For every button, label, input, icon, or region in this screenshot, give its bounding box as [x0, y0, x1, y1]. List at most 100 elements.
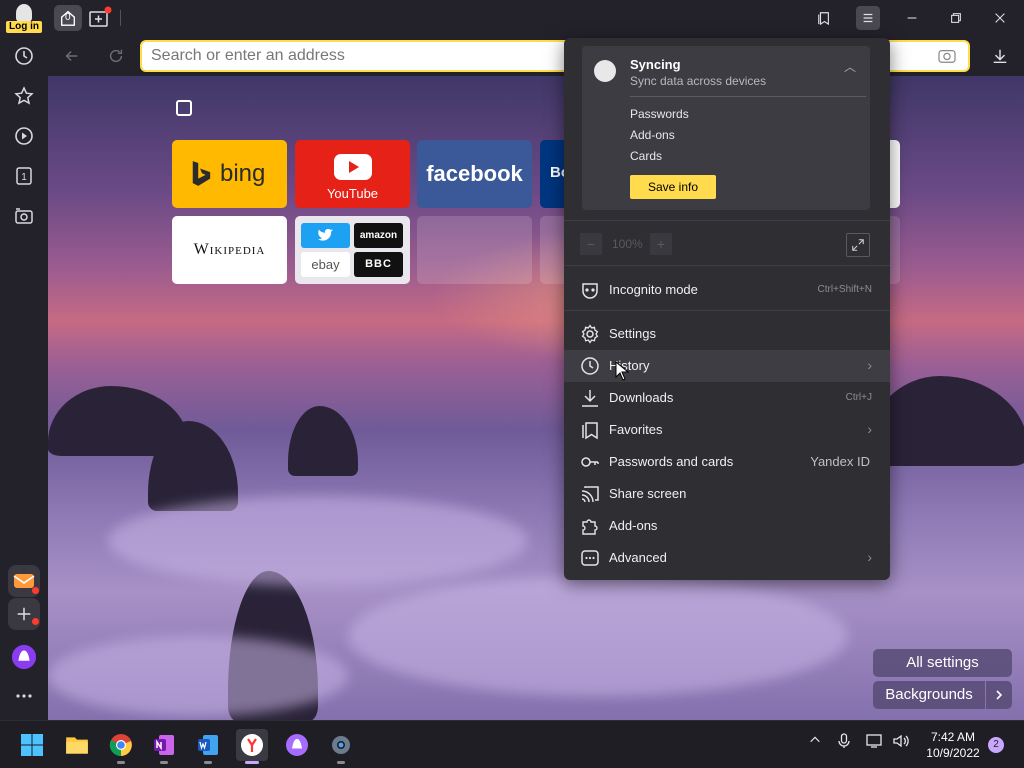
chrome-button[interactable] [105, 729, 137, 764]
back-button[interactable] [60, 44, 84, 68]
folder-icon [66, 737, 88, 754]
backgrounds-button[interactable]: Backgrounds [873, 681, 985, 709]
puzzle-icon [580, 516, 600, 536]
home-tab[interactable]: 0 [54, 5, 82, 31]
fullscreen-button[interactable] [846, 233, 870, 257]
camera-search-icon[interactable] [938, 48, 956, 64]
left-sidebar: Log in 1 [0, 0, 48, 720]
cloud [348, 576, 848, 696]
onenote-button[interactable] [148, 729, 180, 764]
screenshot-sidebar-button[interactable] [10, 202, 38, 230]
menu-item-favorites[interactable]: Favorites › [564, 414, 890, 446]
title-bar: 0 [48, 0, 1024, 36]
settings-app-button[interactable] [325, 729, 357, 764]
svg-text:1: 1 [21, 172, 27, 183]
sync-subtitle: Sync data across devices [630, 74, 767, 88]
restore-button[interactable] [934, 0, 978, 36]
star-icon [14, 86, 34, 105]
twitter-tile[interactable] [301, 223, 350, 248]
media-sidebar-button[interactable] [10, 122, 38, 150]
chevron-up-icon [810, 736, 820, 743]
restore-icon [951, 13, 961, 23]
save-info-button[interactable]: Save info [630, 175, 716, 199]
tabs-count-sidebar-button[interactable]: 1 [10, 162, 38, 190]
alice-assistant-button[interactable] [8, 641, 40, 673]
menu-item-addons[interactable]: Add-ons [564, 510, 890, 542]
menu-item-settings[interactable]: Settings [564, 318, 890, 350]
download-icon [993, 49, 1007, 64]
chevron-right-icon [996, 690, 1003, 700]
menu-item-label: Favorites [609, 422, 663, 437]
notification-badge[interactable]: 2 [988, 737, 1004, 753]
bbc-tile[interactable]: BBC [354, 252, 403, 277]
speed-dial-youtube[interactable]: YouTube [295, 140, 410, 208]
speed-dial-empty[interactable] [417, 216, 532, 284]
clock[interactable]: 7:42 AM 10/9/2022 [918, 729, 988, 761]
add-panel-button[interactable] [8, 598, 40, 630]
mouse-cursor-icon [615, 361, 629, 381]
bing-logo-icon [192, 161, 211, 186]
arrow-left-icon [65, 50, 78, 62]
running-indicator [117, 761, 125, 764]
tabs-panel-icon[interactable] [176, 100, 192, 116]
menu-item-label: Settings [609, 326, 656, 341]
windows-logo-icon [21, 734, 43, 756]
bookmarks-sidebar-button[interactable] [10, 82, 38, 110]
incognito-icon [580, 280, 600, 300]
show-hidden-icons-button[interactable] [808, 733, 822, 750]
menu-item-share-screen[interactable]: Share screen [564, 478, 890, 510]
network-button[interactable] [866, 733, 884, 752]
new-tab-button[interactable] [88, 6, 112, 30]
menu-item-shortcut: Ctrl+J [845, 392, 872, 403]
taskbar: 7:42 AM 10/9/2022 2 [0, 720, 1024, 768]
clock-icon [15, 47, 33, 65]
zoom-out-button[interactable]: − [580, 233, 602, 255]
amazon-tile[interactable]: amazon [354, 223, 403, 248]
file-explorer-button[interactable] [61, 729, 93, 761]
menu-item-label: Advanced [609, 550, 667, 565]
chevron-up-icon[interactable]: ︿ [844, 58, 856, 75]
mail-sidebar-button[interactable] [8, 565, 40, 597]
user-icon [16, 4, 32, 22]
yandex-browser-button[interactable] [236, 729, 268, 764]
menu-item-history[interactable]: History › [564, 350, 890, 382]
onenote-icon [154, 735, 174, 755]
history-sidebar-button[interactable] [10, 42, 38, 70]
speed-dial-bing[interactable]: bing [172, 140, 287, 208]
speed-dial-wikipedia[interactable]: Wikipedia [172, 216, 287, 284]
speed-dial-facebook[interactable]: facebook [417, 140, 532, 208]
bing-label: bing [220, 160, 266, 187]
menu-button[interactable] [846, 0, 890, 36]
close-button[interactable] [978, 0, 1022, 36]
menu-item-downloads[interactable]: Downloads Ctrl+J [564, 382, 890, 414]
bookmarks-icon [580, 420, 600, 440]
collections-button[interactable] [802, 0, 846, 36]
more-icon [580, 548, 600, 568]
microphone-button[interactable] [836, 733, 852, 752]
bookmarks-icon [818, 12, 829, 25]
word-button[interactable] [192, 729, 224, 764]
downloads-button[interactable] [988, 44, 1012, 68]
zoom-in-button[interactable]: + [650, 233, 672, 255]
tab-count: 0 [65, 12, 71, 23]
alice-button[interactable] [281, 729, 313, 761]
menu-item-incognito[interactable]: Incognito mode Ctrl+Shift+N [564, 274, 890, 306]
speed-dial-group[interactable]: amazon ebay BBC [295, 216, 410, 284]
network-icon [866, 734, 882, 748]
login-button[interactable]: Log in [6, 4, 42, 34]
minimize-button[interactable] [890, 0, 934, 36]
start-button[interactable] [16, 729, 48, 761]
reload-button[interactable] [104, 44, 128, 68]
backgrounds-next-button[interactable] [986, 681, 1012, 709]
zoom-row: − 100% + [564, 220, 890, 266]
wikipedia-label: Wikipedia [193, 241, 266, 258]
all-settings-button[interactable]: All settings [873, 649, 1012, 677]
menu-item-advanced[interactable]: Advanced › [564, 542, 890, 574]
menu-item-passwords[interactable]: Passwords and cards Yandex ID [564, 446, 890, 478]
volume-button[interactable] [892, 733, 910, 752]
sync-item-cards: Cards [630, 149, 663, 163]
ebay-tile[interactable]: ebay [301, 252, 350, 277]
chevron-right-icon: › [867, 357, 872, 373]
more-sidebar-button[interactable] [10, 682, 38, 710]
menu-item-shortcut: Ctrl+Shift+N [817, 284, 872, 295]
